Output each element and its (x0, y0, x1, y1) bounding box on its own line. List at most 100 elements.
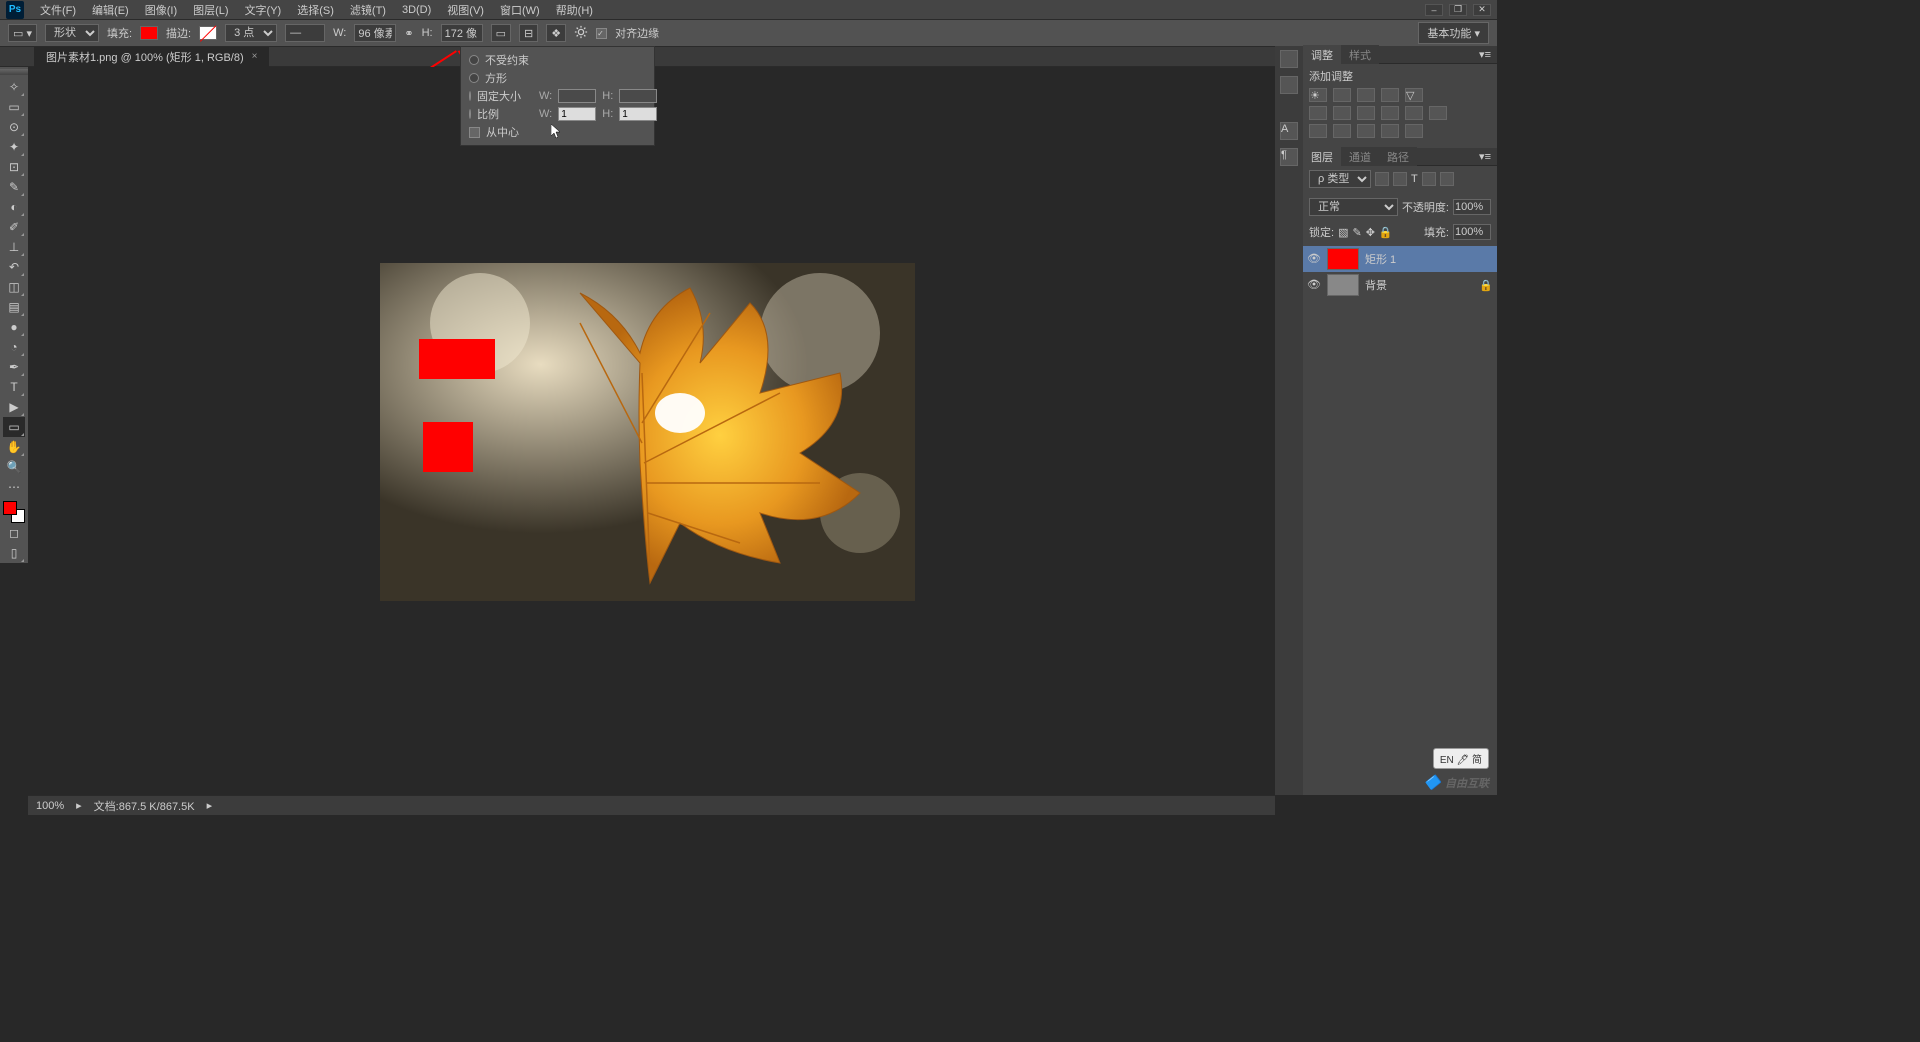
screen-mode-icon[interactable]: ▯ (3, 543, 25, 563)
gear-icon[interactable] (574, 25, 588, 42)
zoom-tool[interactable]: 🔍 (3, 457, 25, 477)
menu-image[interactable]: 图像(I) (137, 2, 185, 18)
character-panel-icon[interactable]: A (1280, 122, 1298, 140)
crop-tool[interactable]: ⊡ (3, 157, 25, 177)
fill-color-swatch[interactable] (140, 26, 158, 40)
lock-image-icon[interactable]: ✎ (1352, 226, 1361, 239)
stroke-color-swatch[interactable] (199, 26, 217, 40)
prop-h-input[interactable] (619, 107, 657, 121)
dodge-tool[interactable]: ◔ (3, 337, 25, 357)
panel-menu-icon[interactable]: ▾≡ (1473, 48, 1497, 61)
filter-adjust-icon[interactable] (1393, 172, 1407, 186)
doc-info[interactable]: 文档:867.5 K/867.5K (94, 798, 195, 814)
selective-icon[interactable] (1405, 124, 1423, 138)
path-align-icon[interactable]: ⊟ (519, 24, 538, 42)
close-button[interactable]: ✕ (1473, 4, 1491, 16)
panel-handle[interactable] (0, 69, 28, 75)
link-wh-icon[interactable]: ⚭ (404, 27, 413, 40)
stroke-width-select[interactable]: 3 点 (225, 24, 277, 42)
menu-help[interactable]: 帮助(H) (548, 2, 601, 18)
layer-thumbnail[interactable] (1327, 248, 1359, 270)
fg-bg-colors[interactable] (3, 501, 25, 523)
lock-position-icon[interactable]: ✥ (1366, 226, 1375, 239)
properties-panel-icon[interactable] (1280, 76, 1298, 94)
tool-preset[interactable]: ▭ ▾ (8, 24, 37, 42)
heal-tool[interactable]: ◐ (3, 197, 25, 217)
wand-tool[interactable]: ✦ (3, 137, 25, 157)
hand-tool[interactable]: ✋ (3, 437, 25, 457)
lasso-tool[interactable]: ⊙ (3, 117, 25, 137)
from-center-checkbox[interactable] (469, 127, 480, 138)
maximize-button[interactable]: ❐ (1449, 4, 1467, 16)
fill-input[interactable] (1453, 224, 1491, 240)
layer-thumbnail[interactable] (1327, 274, 1359, 296)
lock-transparent-icon[interactable]: ▧ (1338, 226, 1348, 239)
workspace-select[interactable]: 基本功能 ▾ (1418, 22, 1489, 44)
path-op-icon[interactable]: ▭ (491, 24, 511, 42)
path-select-tool[interactable]: ▶ (3, 397, 25, 417)
posterize-icon[interactable] (1333, 124, 1351, 138)
blend-mode-select[interactable]: 正常 (1309, 198, 1398, 216)
balance-icon[interactable] (1333, 106, 1351, 120)
brightness-icon[interactable]: ☀ (1309, 88, 1327, 102)
levels-icon[interactable] (1333, 88, 1351, 102)
filter-shape-icon[interactable] (1422, 172, 1436, 186)
pen-tool[interactable]: ✒ (3, 357, 25, 377)
radio-proportional[interactable] (469, 109, 471, 119)
width-input[interactable] (354, 24, 396, 42)
exposure-icon[interactable] (1381, 88, 1399, 102)
hue-icon[interactable] (1309, 106, 1327, 120)
menu-layer[interactable]: 图层(L) (185, 2, 236, 18)
eraser-tool[interactable]: ◫ (3, 277, 25, 297)
foreground-color[interactable] (3, 501, 17, 515)
close-tab-icon[interactable]: × (252, 51, 258, 62)
history-panel-icon[interactable] (1280, 50, 1298, 68)
threshold-icon[interactable] (1357, 124, 1375, 138)
layer-item[interactable]: 👁 背景 🔒 (1303, 272, 1497, 298)
radio-square[interactable] (469, 73, 479, 83)
visibility-icon[interactable]: 👁 (1307, 278, 1321, 292)
adjustments-tab[interactable]: 调整 (1303, 45, 1341, 65)
prop-w-input[interactable] (558, 107, 596, 121)
layer-item[interactable]: 👁 矩形 1 (1303, 246, 1497, 272)
path-arrange-icon[interactable]: ❖ (546, 24, 566, 42)
eyedropper-tool[interactable]: ✎ (3, 177, 25, 197)
vibrance-icon[interactable]: ▽ (1405, 88, 1423, 102)
zoom-menu-icon[interactable]: ▸ (76, 799, 82, 812)
blur-tool[interactable]: ● (3, 317, 25, 337)
ime-indicator[interactable]: EN 🖊 简 (1433, 748, 1489, 769)
mixer-icon[interactable] (1405, 106, 1423, 120)
fixed-h-input[interactable] (619, 89, 657, 103)
menu-filter[interactable]: 滤镜(T) (342, 2, 394, 18)
height-input[interactable] (441, 24, 483, 42)
move-tool[interactable]: ✧ (3, 77, 25, 97)
menu-view[interactable]: 视图(V) (439, 2, 492, 18)
lock-all-icon[interactable]: 🔒 (1379, 226, 1393, 239)
align-edges-checkbox[interactable] (596, 28, 607, 39)
layer-kind-select[interactable]: ρ 类型 (1309, 170, 1371, 188)
menu-3d[interactable]: 3D(D) (394, 4, 439, 16)
brush-tool[interactable]: ✐ (3, 217, 25, 237)
visibility-icon[interactable]: 👁 (1307, 252, 1321, 266)
minimize-button[interactable]: – (1425, 4, 1443, 16)
fixed-w-input[interactable] (558, 89, 596, 103)
invert-icon[interactable] (1309, 124, 1327, 138)
layer-name[interactable]: 矩形 1 (1365, 251, 1396, 267)
filter-smart-icon[interactable] (1440, 172, 1454, 186)
shape-mode-select[interactable]: 形状 (45, 24, 99, 42)
red-rectangle-1[interactable] (419, 339, 495, 379)
opacity-input[interactable] (1453, 199, 1491, 215)
menu-select[interactable]: 选择(S) (289, 2, 342, 18)
document-tab[interactable]: 图片素材1.png @ 100% (矩形 1, RGB/8)× (34, 47, 269, 67)
menu-file[interactable]: 文件(F) (32, 2, 84, 18)
menu-type[interactable]: 文字(Y) (237, 2, 290, 18)
history-brush-tool[interactable]: ↶ (3, 257, 25, 277)
quick-mask-icon[interactable]: ◻ (3, 523, 25, 543)
filter-type-icon[interactable]: T (1411, 173, 1418, 185)
gradient-tool[interactable]: ▤ (3, 297, 25, 317)
paths-tab[interactable]: 路径 (1379, 147, 1417, 167)
layer-name[interactable]: 背景 (1365, 277, 1387, 293)
styles-tab[interactable]: 样式 (1341, 45, 1379, 65)
filter-pixel-icon[interactable] (1375, 172, 1389, 186)
channels-tab[interactable]: 通道 (1341, 147, 1379, 167)
